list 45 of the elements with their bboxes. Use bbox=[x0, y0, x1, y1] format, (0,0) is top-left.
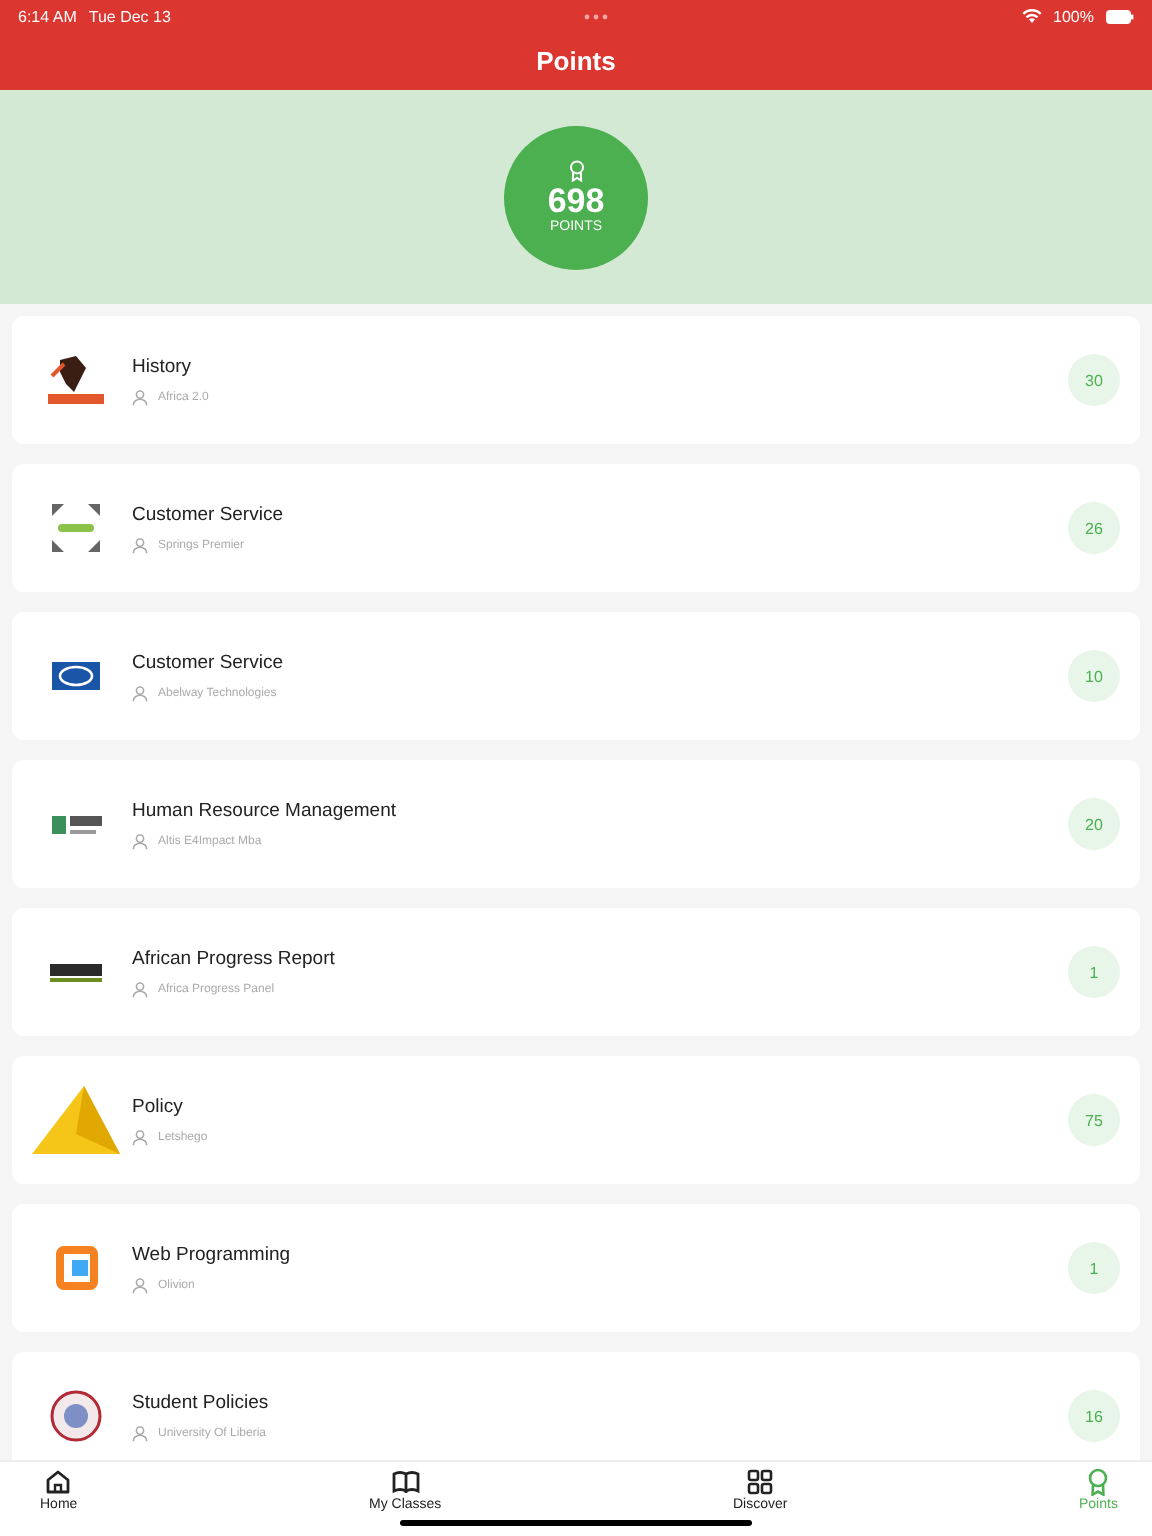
points-badge: 10 bbox=[1068, 650, 1120, 702]
battery-icon bbox=[1106, 9, 1134, 23]
seal-logo-icon bbox=[50, 1390, 102, 1442]
points-badge: 16 bbox=[1068, 1390, 1120, 1442]
points-badge: 30 bbox=[1068, 354, 1120, 406]
status-time: 6:14 AM bbox=[18, 7, 77, 25]
course-title: Web Programming bbox=[132, 1243, 293, 1265]
person-icon bbox=[132, 1277, 148, 1293]
logo-icon bbox=[50, 963, 102, 981]
logo-icon bbox=[55, 1246, 97, 1290]
logo-icon bbox=[32, 1086, 120, 1154]
battery-percent: 100% bbox=[1053, 7, 1094, 25]
points-badge: 20 bbox=[1068, 798, 1120, 850]
person-icon bbox=[132, 537, 148, 553]
points-badge: 1 bbox=[1068, 946, 1120, 998]
book-icon bbox=[391, 1468, 420, 1496]
points-total: 698 bbox=[547, 182, 605, 220]
course-title: Policy bbox=[132, 1095, 185, 1117]
person-icon bbox=[132, 833, 148, 849]
course-title: Customer Service bbox=[132, 503, 285, 525]
home-icon bbox=[44, 1468, 73, 1496]
course-title: Human Resource Management bbox=[132, 799, 399, 821]
award-icon bbox=[1084, 1468, 1113, 1496]
status-date: Tue Dec 13 bbox=[88, 7, 171, 25]
wifi-icon bbox=[1021, 8, 1042, 24]
person-icon bbox=[132, 685, 148, 701]
page-title: Points bbox=[536, 46, 616, 76]
award-icon bbox=[567, 160, 585, 182]
course-title: History bbox=[132, 355, 194, 377]
course-title: African Progress Report bbox=[132, 947, 337, 969]
course-title: Customer Service bbox=[132, 651, 285, 673]
person-icon bbox=[132, 1425, 148, 1441]
logo-icon bbox=[48, 356, 104, 404]
points-badge: 26 bbox=[1068, 502, 1120, 554]
grid-icon bbox=[746, 1468, 775, 1496]
person-icon bbox=[132, 1129, 148, 1145]
logo-icon bbox=[52, 662, 100, 690]
person-icon bbox=[132, 389, 148, 405]
points-badge: 1 bbox=[1068, 1242, 1120, 1294]
person-icon bbox=[132, 981, 148, 997]
course-title: Student Policies bbox=[132, 1391, 271, 1413]
logo-icon bbox=[51, 815, 101, 833]
points-badge: 75 bbox=[1068, 1094, 1120, 1146]
more-icon bbox=[583, 13, 608, 19]
logo-icon bbox=[52, 504, 100, 552]
